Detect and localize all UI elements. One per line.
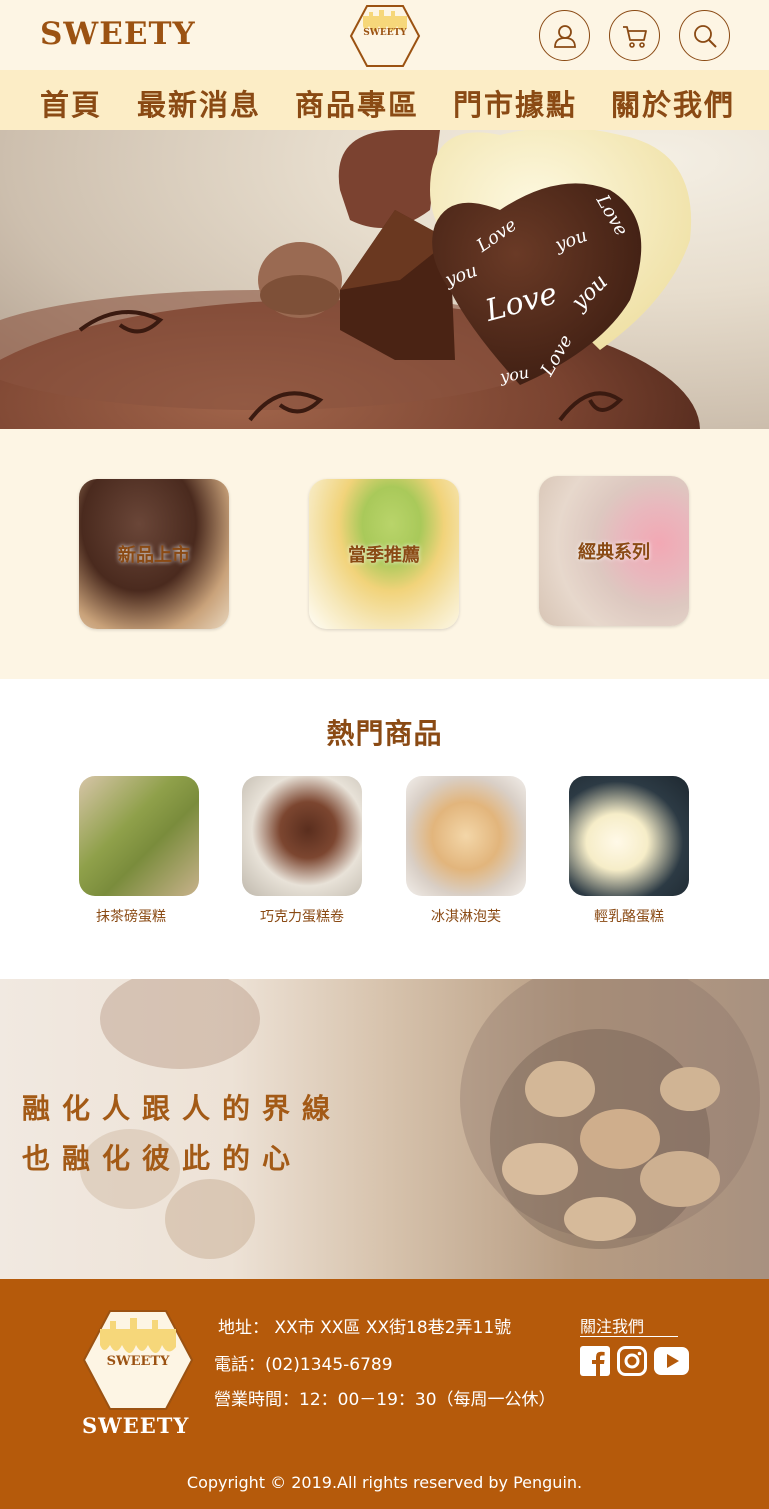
product-label[interactable]: 冰淇淋泡芙 <box>386 906 546 926</box>
follow-underline <box>580 1336 678 1337</box>
product-label[interactable]: 抹茶磅蛋糕 <box>51 906 211 926</box>
product-image-cheesecake[interactable] <box>569 776 689 896</box>
search-button[interactable] <box>679 10 730 61</box>
popular-title: 熱門商品 <box>326 717 443 750</box>
slogan-banner: 融化人跟人的界線 也融化彼此的心 <box>0 979 769 1279</box>
follow-us-heading: 關注我們 <box>580 1317 645 1336</box>
nav-item-products[interactable]: 商品專區 <box>295 82 419 124</box>
footer-phone: 電話：(02)1345-6789 <box>214 1355 393 1375</box>
facebook-icon[interactable] <box>580 1346 610 1376</box>
product-image-matcha[interactable] <box>79 776 199 896</box>
footer-logo-emblem[interactable]: SWEETY <box>82 1309 194 1411</box>
product-label[interactable]: 輕乳酪蛋糕 <box>549 906 709 926</box>
hero-banner: Love you Love you Love you Love you <box>0 130 769 429</box>
main-nav: 首頁 最新消息 商品專區 門市據點 關於我們 <box>0 70 769 130</box>
category-label: 新品上市 <box>118 545 190 566</box>
cart-icon <box>622 25 647 48</box>
category-label: 當季推薦 <box>348 545 420 566</box>
copyright: Copyright © 2019.All rights reserved by … <box>186 1473 583 1492</box>
category-section: 新品上市 當季推薦 經典系列 <box>0 429 769 679</box>
user-button[interactable] <box>539 10 590 61</box>
search-icon <box>693 24 717 48</box>
instagram-icon[interactable] <box>617 1346 647 1376</box>
logo-emblem[interactable]: SWEETY <box>349 4 421 68</box>
nav-item-news[interactable]: 最新消息 <box>137 82 261 124</box>
product-label[interactable]: 巧克力蛋糕卷 <box>222 906 382 926</box>
nav-item-about[interactable]: 關於我們 <box>611 82 735 124</box>
footer-hours: 營業時間：12：00－19：30（每周一公休） <box>214 1390 556 1410</box>
footer-brand: SWEETY <box>82 1413 190 1438</box>
footer-address: 地址： XX市 XX區 XX街18巷2弄11號 <box>218 1318 512 1338</box>
footer: SWEETY SWEETY 地址： XX市 XX區 XX街18巷2弄11號 電話… <box>0 1279 769 1509</box>
product-image-puff[interactable] <box>406 776 526 896</box>
nav-item-stores[interactable]: 門市據點 <box>453 82 577 124</box>
banner-walnut-image <box>80 979 760 1259</box>
footer-logo-text: SWEETY <box>107 1354 170 1369</box>
product-image-choco-roll[interactable] <box>242 776 362 896</box>
nav-item-home[interactable]: 首頁 <box>40 82 102 124</box>
top-bar: SWEETY SWEETY <box>0 0 769 70</box>
cart-button[interactable] <box>609 10 660 61</box>
category-card-new[interactable]: 新品上市 <box>79 479 229 629</box>
youtube-icon[interactable] <box>654 1346 689 1376</box>
logo-text: SWEETY <box>363 28 407 38</box>
user-icon <box>553 24 576 48</box>
category-label: 經典系列 <box>578 542 650 563</box>
category-card-classic[interactable]: 經典系列 <box>539 476 689 626</box>
hero-cake-image <box>0 130 700 429</box>
banner-line-1: 融化人跟人的界線 <box>22 1092 343 1125</box>
banner-line-2: 也融化彼此的心 <box>22 1142 303 1175</box>
brand-name[interactable]: SWEETY <box>40 16 196 52</box>
category-card-seasonal[interactable]: 當季推薦 <box>309 479 459 629</box>
